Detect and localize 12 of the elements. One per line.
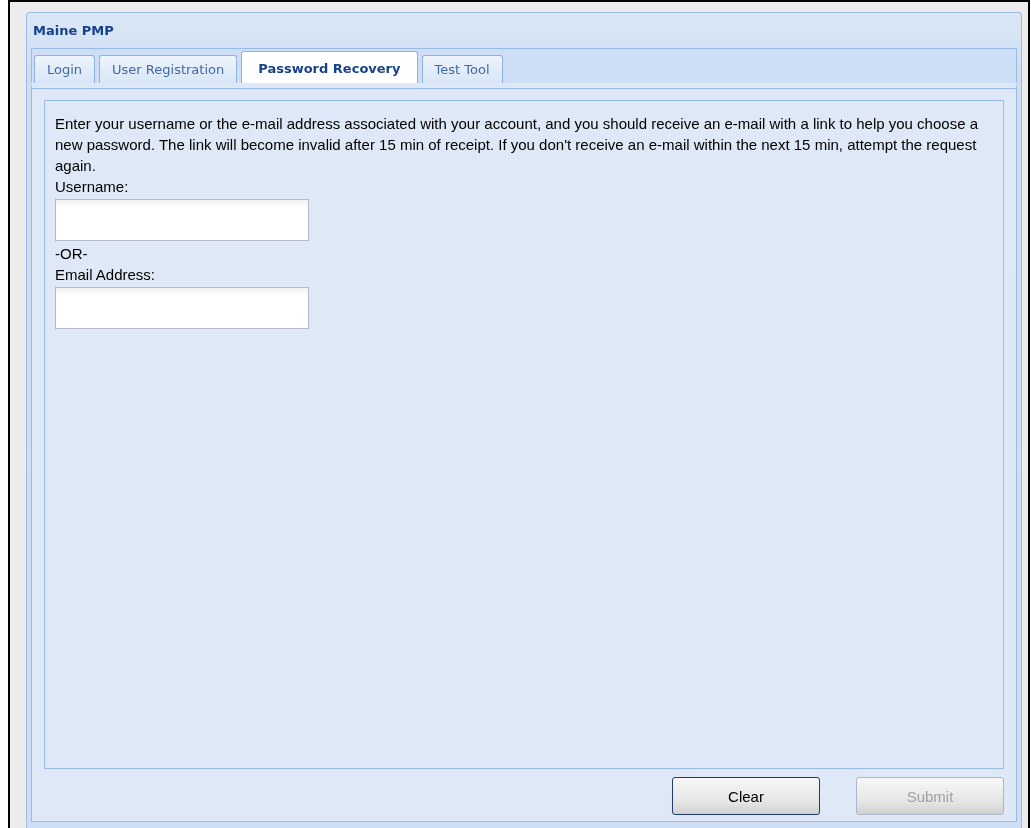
field-label: Email Address: [55,265,156,285]
instructions-text: Enter your username or the e-mail address associated with your account, and you should receive an e-mail with a link to help you choose a new password. The link will become invalid after 15 min of receipt. If you don't receive an e-mail within the next 15 min, attempt the request again. [55,114,979,176]
clear-button[interactable]: Clear [672,777,820,815]
tab[interactable]: Test Tool [421,55,503,83]
input-field[interactable] [55,199,309,241]
field-label: Username: [55,177,129,197]
tab[interactable]: User Registration [99,55,238,83]
window-title: Maine PMP [32,22,115,40]
tab[interactable]: Password Recovery [241,51,418,84]
input-field[interactable] [55,287,309,329]
tab[interactable]: Login [34,55,96,83]
or-separator: -OR- [55,244,88,264]
